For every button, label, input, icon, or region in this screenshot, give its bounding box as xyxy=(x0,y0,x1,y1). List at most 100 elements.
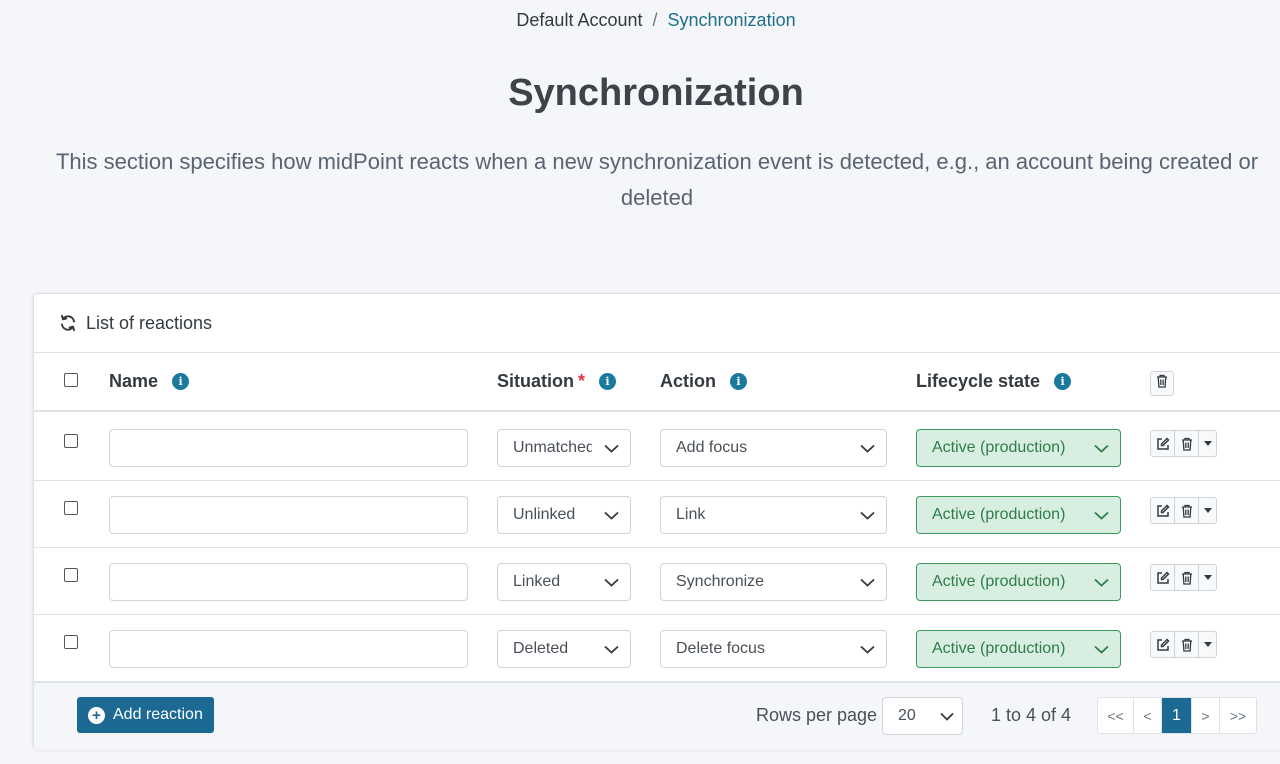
column-action[interactable]: Action i xyxy=(660,353,747,410)
page-title: Synchronization xyxy=(508,72,804,114)
lifecycle-value: Active (production) xyxy=(932,439,1066,456)
row-select-checkbox[interactable] xyxy=(64,434,78,448)
chevron-down-icon xyxy=(1082,564,1120,600)
lifecycle-select[interactable]: Active (production) xyxy=(916,563,1121,601)
column-lifecycle[interactable]: Lifecycle state i xyxy=(916,353,1072,410)
rows-per-page-label: Rows per page xyxy=(756,705,878,725)
table-row: Deleted Delete focus Active (production) xyxy=(34,615,1280,682)
chevron-down-icon xyxy=(1082,430,1120,466)
caret-down-icon[interactable] xyxy=(1199,632,1216,657)
lifecycle-select[interactable]: Active (production) xyxy=(916,496,1121,534)
reaction-name-input[interactable] xyxy=(109,630,468,668)
chevron-down-icon xyxy=(848,497,886,533)
refresh-icon[interactable] xyxy=(59,314,77,332)
row-select-checkbox[interactable] xyxy=(64,635,78,649)
breadcrumb-current[interactable]: Synchronization xyxy=(668,10,796,30)
action-select[interactable]: Delete focus xyxy=(660,630,887,668)
chevron-down-icon xyxy=(1082,631,1120,667)
breadcrumb: Default Account / Synchronization xyxy=(0,10,1280,31)
situation-value: Unlinked xyxy=(513,506,576,523)
situation-value: Unmatched xyxy=(513,439,592,456)
action-select[interactable]: Add focus xyxy=(660,429,887,467)
action-value: Synchronize xyxy=(676,573,765,590)
action-select[interactable]: Synchronize xyxy=(660,563,887,601)
pager-prev-button[interactable]: < xyxy=(1134,698,1162,733)
pager-last-button[interactable]: >> xyxy=(1220,698,1256,733)
column-situation-label: Situation xyxy=(497,371,574,391)
info-icon[interactable]: i xyxy=(172,373,190,390)
delete-selected-button[interactable] xyxy=(1150,371,1174,396)
reaction-name-input[interactable] xyxy=(109,563,468,601)
chevron-down-icon xyxy=(848,631,886,667)
situation-value: Deleted xyxy=(513,640,569,657)
column-lifecycle-label: Lifecycle state xyxy=(916,371,1041,391)
info-icon[interactable]: i xyxy=(599,373,617,390)
chevron-down-icon xyxy=(932,712,962,721)
breadcrumb-parent-link[interactable]: Default Account xyxy=(516,10,642,30)
column-action-label: Action xyxy=(660,371,716,391)
situation-select[interactable]: Unlinked xyxy=(497,496,631,534)
pager-first-button[interactable]: << xyxy=(1098,698,1134,733)
lifecycle-select[interactable]: Active (production) xyxy=(916,429,1121,467)
rows-per-page-value: 20 xyxy=(898,707,916,724)
add-reaction-button[interactable]: + Add reaction xyxy=(77,697,214,733)
lifecycle-value: Active (production) xyxy=(932,506,1066,523)
chevron-down-icon xyxy=(592,631,630,667)
lifecycle-value: Active (production) xyxy=(932,573,1066,590)
row-select-checkbox[interactable] xyxy=(64,568,78,582)
situation-value: Linked xyxy=(513,573,561,590)
trash-icon[interactable] xyxy=(1175,565,1199,590)
pagination-range: 1 to 4 of 4 xyxy=(991,705,1072,725)
pager-page-1-button[interactable]: 1 xyxy=(1162,698,1192,733)
action-select[interactable]: Link xyxy=(660,496,887,534)
trash-icon[interactable] xyxy=(1175,632,1199,657)
plus-circle-icon: + xyxy=(88,706,105,724)
edit-icon[interactable] xyxy=(1151,632,1175,657)
column-situation[interactable]: Situation * i xyxy=(497,353,617,410)
lifecycle-select[interactable]: Active (production) xyxy=(916,630,1121,668)
pager-next-button[interactable]: > xyxy=(1192,698,1220,733)
situation-select[interactable]: Deleted xyxy=(497,630,631,668)
breadcrumb-separator: / xyxy=(652,10,658,30)
row-select-checkbox[interactable] xyxy=(64,501,78,515)
row-actions xyxy=(1150,564,1217,591)
action-value: Delete focus xyxy=(676,640,765,657)
page-description: This section specifies how midPoint reac… xyxy=(55,149,1259,210)
lifecycle-value: Active (production) xyxy=(932,640,1066,657)
add-reaction-label: Add reaction xyxy=(113,706,203,723)
select-all-checkbox[interactable] xyxy=(64,373,78,387)
table-row: Unmatched Add focus Active (production) xyxy=(34,414,1280,481)
caret-down-icon[interactable] xyxy=(1199,565,1216,590)
row-actions xyxy=(1150,430,1217,457)
trash-icon[interactable] xyxy=(1175,498,1199,523)
edit-icon[interactable] xyxy=(1151,431,1175,456)
column-name-label: Name xyxy=(109,371,159,391)
caret-down-icon[interactable] xyxy=(1199,498,1216,523)
reaction-name-input[interactable] xyxy=(109,496,468,534)
edit-icon[interactable] xyxy=(1151,498,1175,523)
situation-select[interactable]: Unmatched xyxy=(497,429,631,467)
trash-icon[interactable] xyxy=(1175,431,1199,456)
situation-select[interactable]: Linked xyxy=(497,563,631,601)
reaction-name-input[interactable] xyxy=(109,429,468,467)
card-header: List of reactions xyxy=(34,294,1280,353)
row-actions xyxy=(1150,497,1217,524)
table-row: Linked Synchronize Active (production) xyxy=(34,548,1280,615)
rows-per-page-select[interactable]: 20 xyxy=(882,697,963,735)
chevron-down-icon xyxy=(1082,497,1120,533)
table-header: Name i Situation * i Action i Lifecycle … xyxy=(34,353,1280,412)
pagination: << < 1 > >> xyxy=(1097,697,1257,734)
chevron-down-icon xyxy=(592,564,630,600)
table-row: Unlinked Link Active (production) xyxy=(34,481,1280,548)
info-icon[interactable]: i xyxy=(730,373,747,390)
action-value: Link xyxy=(676,506,706,523)
info-icon[interactable]: i xyxy=(1054,373,1072,390)
chevron-down-icon xyxy=(592,430,630,466)
column-name[interactable]: Name i xyxy=(109,353,190,410)
required-marker: * xyxy=(578,371,586,391)
edit-icon[interactable] xyxy=(1151,565,1175,590)
chevron-down-icon xyxy=(592,497,630,533)
caret-down-icon[interactable] xyxy=(1199,431,1216,456)
trash-icon xyxy=(1156,374,1168,393)
chevron-down-icon xyxy=(848,430,886,466)
